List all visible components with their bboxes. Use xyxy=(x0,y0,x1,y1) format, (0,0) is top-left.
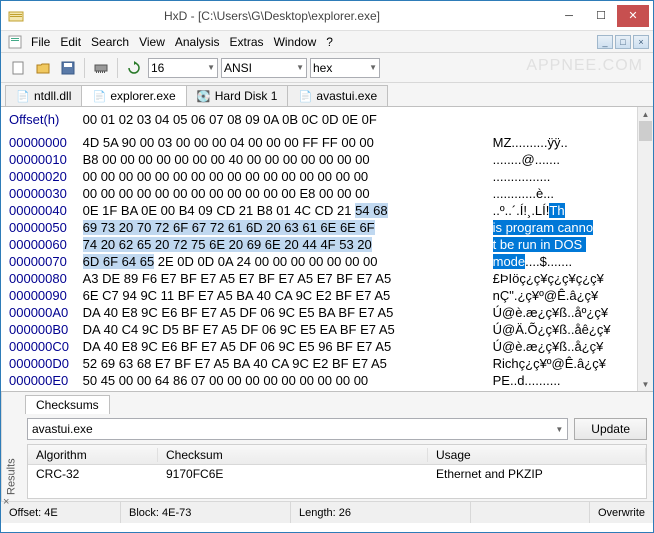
status-block: Block: 4E-73 xyxy=(121,502,291,523)
scroll-thumb[interactable] xyxy=(639,121,652,141)
status-mode: Overwrite xyxy=(589,502,653,523)
bytes-per-row-value: 16 xyxy=(151,61,164,75)
window-title: HxD - [C:\Users\G\Desktop\explorer.exe] xyxy=(0,9,553,23)
results-side-label[interactable]: Results xyxy=(1,392,21,501)
disk-icon: 💽 xyxy=(197,89,211,103)
scroll-up-arrow[interactable]: ▲ xyxy=(638,107,653,121)
menu-analysis[interactable]: Analysis xyxy=(175,35,220,49)
tab-label: explorer.exe xyxy=(110,89,175,103)
tab-label: avastui.exe xyxy=(316,89,377,103)
status-length: Length: 26 xyxy=(291,502,471,523)
ram-button[interactable] xyxy=(90,57,112,79)
checksum-file-select[interactable]: avastui.exe▼ xyxy=(27,418,568,440)
minimize-button[interactable]: ─ xyxy=(553,5,585,27)
checksums-tab[interactable]: Checksums xyxy=(25,395,110,414)
watermark: APPNEE.COM xyxy=(526,57,643,75)
menu-file[interactable]: File xyxy=(31,35,50,49)
mdi-restore-button[interactable]: □ xyxy=(615,35,631,49)
statusbar: Offset: 4E Block: 4E-73 Length: 26 Overw… xyxy=(1,501,653,523)
file-select-value: avastui.exe xyxy=(32,422,93,436)
tab-harddisk[interactable]: 💽 Hard Disk 1 xyxy=(186,85,289,106)
maximize-button[interactable]: ☐ xyxy=(585,5,617,27)
menu-view[interactable]: View xyxy=(139,35,165,49)
file-icon: 📄 xyxy=(298,89,312,103)
vertical-scrollbar[interactable]: ▲ ▼ xyxy=(637,107,653,391)
scroll-down-arrow[interactable]: ▼ xyxy=(638,377,653,391)
checksum-table: Algorithm Checksum Usage CRC-32 9170FC6E… xyxy=(27,444,647,499)
col-algorithm[interactable]: Algorithm xyxy=(28,448,158,462)
tab-avastui[interactable]: 📄 avastui.exe xyxy=(287,85,388,106)
results-tabs: Checksums xyxy=(21,392,653,414)
base-value: hex xyxy=(313,61,332,75)
base-combo[interactable]: hex▼ xyxy=(310,58,380,78)
menu-help[interactable]: ? xyxy=(326,35,333,49)
table-row[interactable]: CRC-32 9170FC6E Ethernet and PKZIP xyxy=(28,465,646,483)
tab-explorer[interactable]: 📄 explorer.exe xyxy=(81,85,186,106)
tab-ntdll[interactable]: 📄 ntdll.dll xyxy=(5,85,82,106)
file-icon: 📄 xyxy=(92,89,106,103)
save-button[interactable] xyxy=(57,57,79,79)
menubar: File Edit Search View Analysis Extras Wi… xyxy=(1,31,653,53)
open-button[interactable] xyxy=(32,57,54,79)
close-button[interactable]: ✕ xyxy=(617,5,649,27)
tabbar: 📄 ntdll.dll 📄 explorer.exe 💽 Hard Disk 1 📄 a… xyxy=(1,83,653,107)
menu-extras[interactable]: Extras xyxy=(230,35,264,49)
file-icon: 📄 xyxy=(16,89,30,103)
toolbar: 16▼ ANSI▼ hex▼ APPNEE.COM xyxy=(1,53,653,83)
mdi-close-button[interactable]: × xyxy=(633,35,649,49)
update-button[interactable]: Update xyxy=(574,418,647,440)
results-pane: Results Checksums avastui.exe▼ Update Al… xyxy=(1,391,653,501)
menu-edit[interactable]: Edit xyxy=(60,35,81,49)
cell-usage: Ethernet and PKZIP xyxy=(428,467,646,481)
tab-label: ntdll.dll xyxy=(34,89,71,103)
cell-algorithm: CRC-32 xyxy=(28,467,158,481)
new-button[interactable] xyxy=(7,57,29,79)
mdi-minimize-button[interactable]: _ xyxy=(597,35,613,49)
charset-combo[interactable]: ANSI▼ xyxy=(221,58,307,78)
col-checksum[interactable]: Checksum xyxy=(158,448,428,462)
bytes-per-row-combo[interactable]: 16▼ xyxy=(148,58,218,78)
refresh-button[interactable] xyxy=(123,57,145,79)
editor-icon xyxy=(7,33,25,51)
titlebar: HxD - [C:\Users\G\Desktop\explorer.exe] … xyxy=(1,1,653,31)
menu-window[interactable]: Window xyxy=(274,35,317,49)
menu-search[interactable]: Search xyxy=(91,35,129,49)
cell-checksum: 9170FC6E xyxy=(158,467,428,481)
col-usage[interactable]: Usage xyxy=(428,448,646,462)
tab-label: Hard Disk 1 xyxy=(215,89,278,103)
results-close-icon[interactable]: × xyxy=(3,496,9,508)
hex-editor[interactable]: Offset(h) 00 01 02 03 04 05 06 07 08 09 … xyxy=(1,107,653,391)
status-offset: Offset: 4E xyxy=(1,502,121,523)
charset-value: ANSI xyxy=(224,61,252,75)
